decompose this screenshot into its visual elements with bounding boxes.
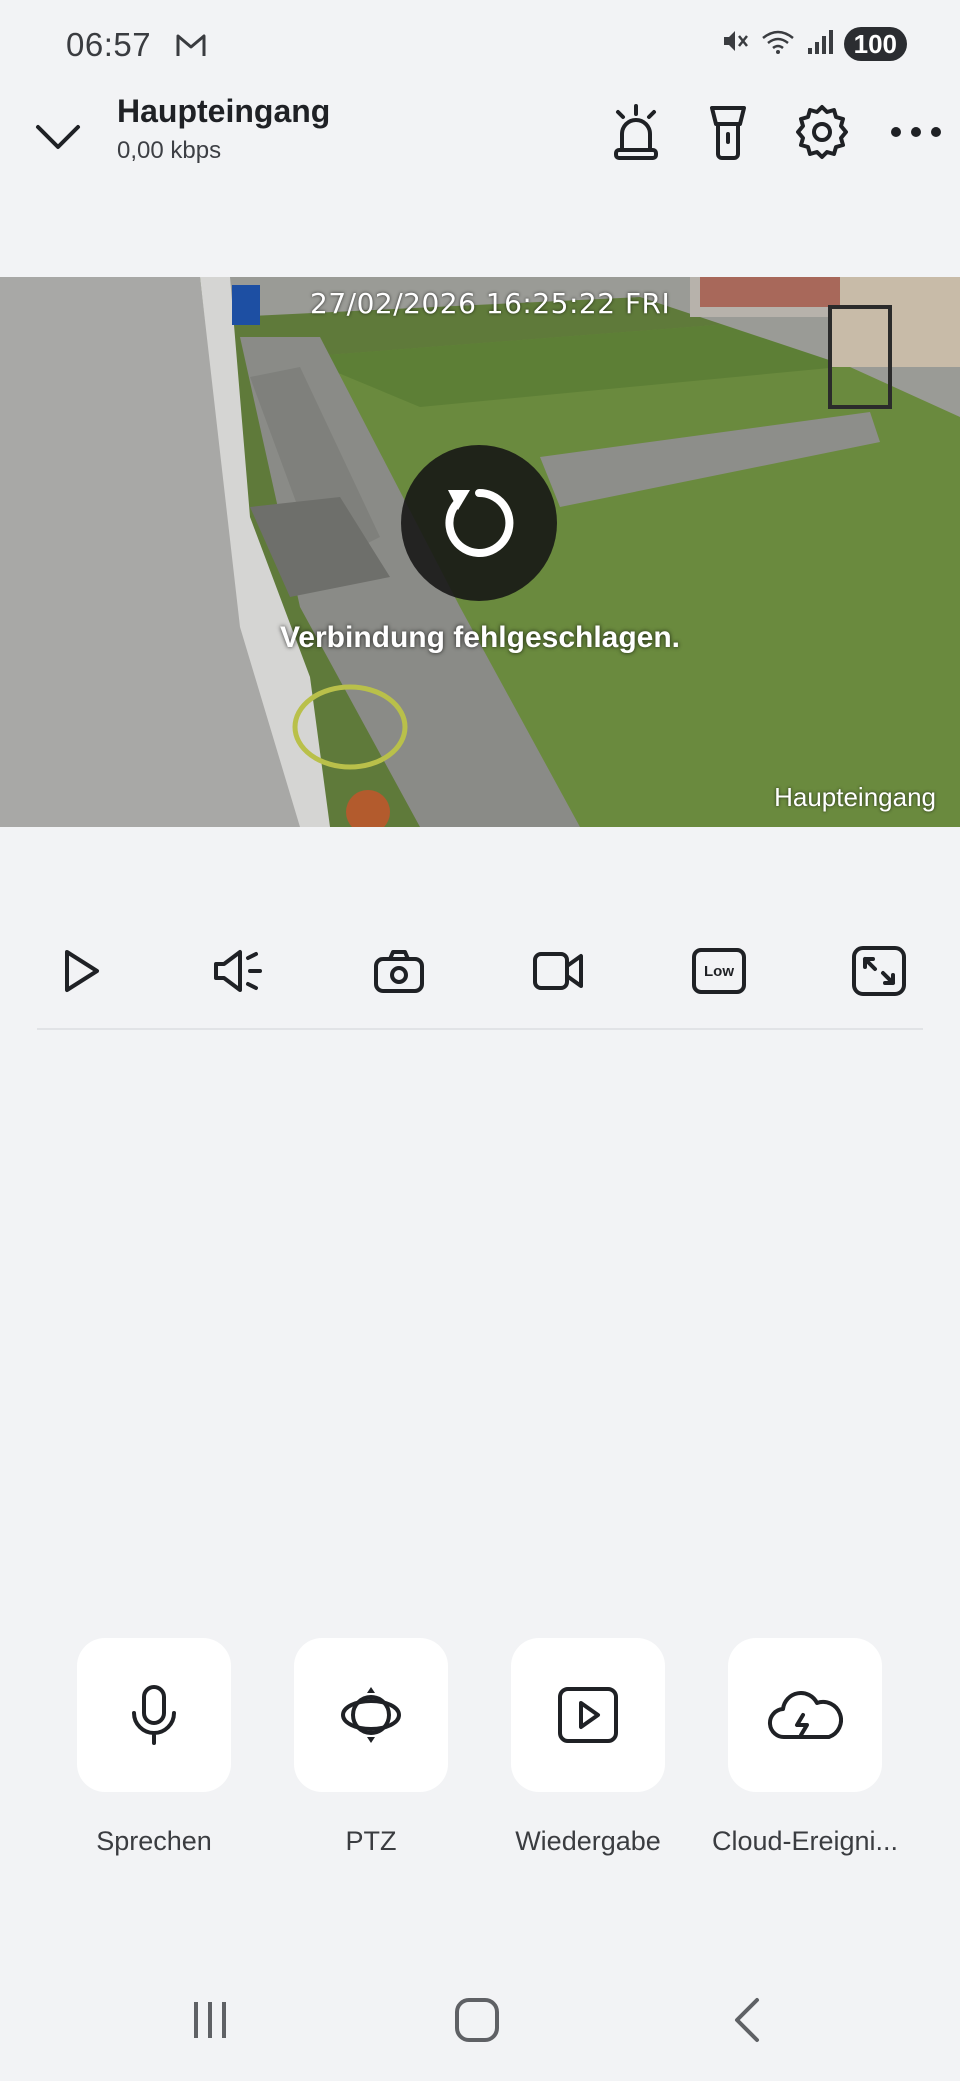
speaker-icon[interactable]: [207, 938, 273, 1004]
more-icon[interactable]: [884, 100, 948, 164]
microphone-icon: [132, 1685, 176, 1745]
talk-button[interactable]: [77, 1638, 231, 1792]
battery-badge: 100: [843, 26, 907, 61]
action-playback[interactable]: Wiedergabe: [511, 1638, 665, 1856]
playback-button[interactable]: [511, 1638, 665, 1792]
signal-icon: [806, 26, 834, 61]
action-label: Wiedergabe: [515, 1826, 661, 1856]
fullscreen-icon[interactable]: [846, 938, 912, 1004]
siren-icon[interactable]: [604, 100, 668, 164]
quality-label: Low: [692, 948, 746, 994]
ptz-button[interactable]: [294, 1638, 448, 1792]
retry-button[interactable]: [401, 445, 557, 601]
page-title: Haupteingang: [117, 93, 331, 129]
action-ptz[interactable]: PTZ: [294, 1638, 448, 1856]
record-icon[interactable]: [526, 938, 592, 1004]
chevron-down-icon[interactable]: [33, 112, 83, 162]
gear-icon[interactable]: [790, 100, 854, 164]
flashlight-icon[interactable]: [696, 100, 760, 164]
gmail-icon: [175, 32, 207, 63]
action-label: PTZ: [345, 1826, 397, 1856]
osd-timestamp: 27/02/2026 16:25:22 FRI: [310, 287, 671, 320]
status-time: 06:57: [66, 26, 152, 63]
bitrate-text: 0,00 kbps: [117, 137, 222, 164]
playback-controls: Low: [37, 930, 923, 1030]
refresh-icon: [445, 488, 514, 557]
error-message: Verbindung fehlgeschlagen.: [279, 621, 681, 654]
back-icon[interactable]: [707, 1980, 787, 2060]
play-icon[interactable]: [47, 938, 113, 1004]
cloud-events-button[interactable]: [728, 1638, 882, 1792]
video-feed[interactable]: 27/02/2026 16:25:22 FRI Verbindung fehlg…: [0, 277, 960, 827]
action-label: Cloud-Ereigni...: [711, 1826, 899, 1856]
status-bar: 06:57 100: [0, 0, 960, 95]
home-icon[interactable]: [437, 1980, 517, 2060]
recent-apps-icon[interactable]: [170, 1980, 250, 2060]
wifi-icon: [760, 26, 796, 61]
playback-icon: [558, 1687, 618, 1743]
header: Haupteingang 0,00 kbps: [0, 90, 960, 180]
snapshot-icon[interactable]: [366, 938, 432, 1004]
action-cloud-events[interactable]: Cloud-Ereigni...: [712, 1638, 898, 1856]
ptz-icon: [340, 1687, 402, 1743]
action-talk[interactable]: Sprechen: [77, 1638, 231, 1856]
system-navbar: [0, 1980, 960, 2060]
mute-icon: [720, 26, 750, 61]
quality-icon[interactable]: Low: [686, 938, 752, 1004]
cloud-icon: [767, 1691, 843, 1740]
osd-camera-name: Haupteingang: [774, 782, 936, 812]
action-label: Sprechen: [96, 1826, 212, 1856]
